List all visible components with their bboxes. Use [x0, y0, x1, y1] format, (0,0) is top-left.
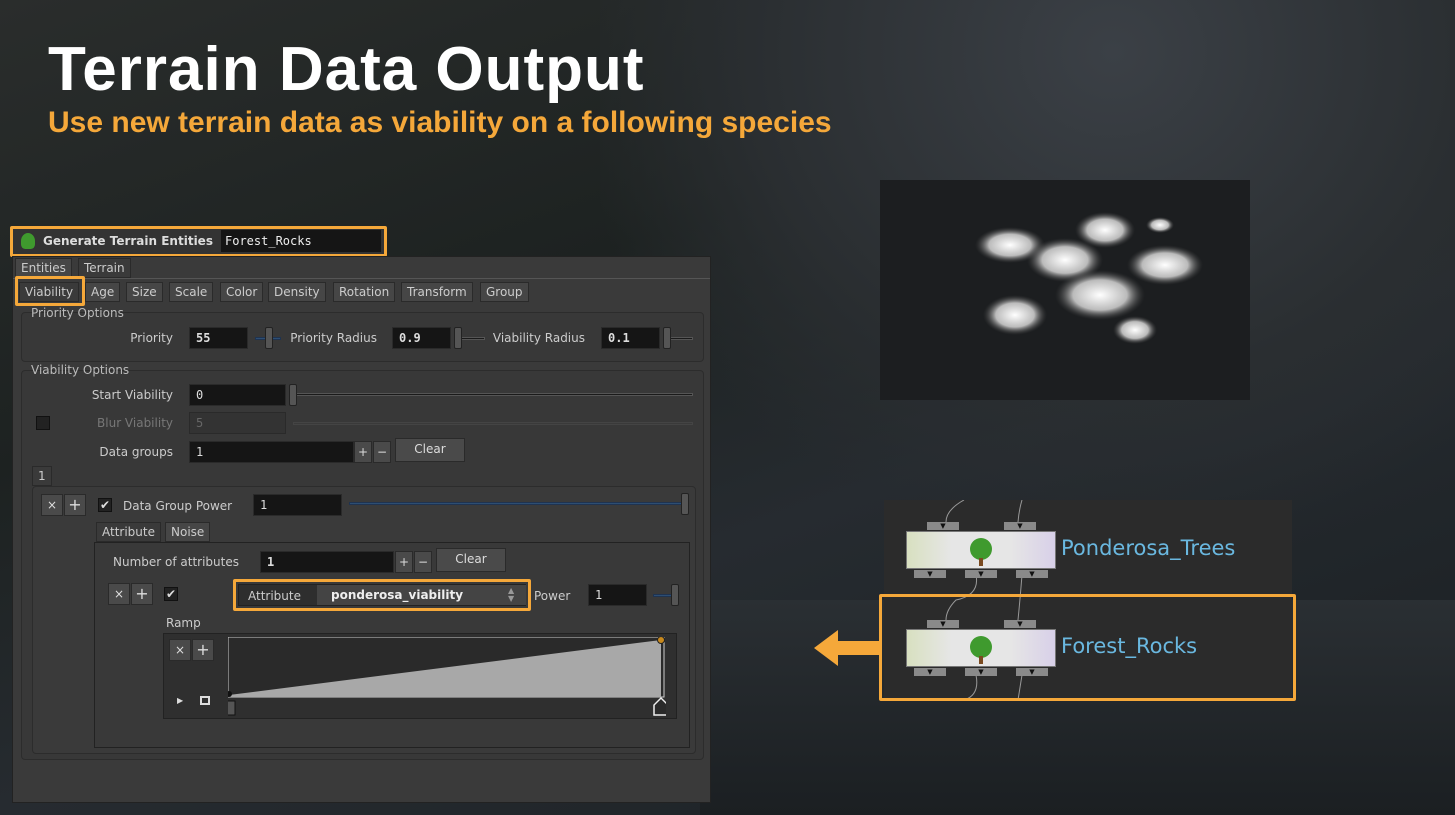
- tab-group[interactable]: Group: [480, 282, 529, 302]
- ramp-remove-point-button[interactable]: ×: [169, 639, 191, 661]
- attributes-add-button[interactable]: +: [395, 551, 413, 573]
- tab-size[interactable]: Size: [126, 282, 163, 302]
- ramp-add-point-button[interactable]: +: [192, 639, 214, 661]
- tab-color[interactable]: Color: [220, 282, 264, 302]
- arrow-left-icon: [814, 630, 880, 666]
- viability-map: [975, 212, 1203, 344]
- data-group-add-button[interactable]: +: [64, 494, 86, 516]
- data-groups-label: Data groups: [99, 445, 173, 459]
- data-groups-remove-button[interactable]: −: [373, 441, 391, 463]
- blur-viability-slider[interactable]: [293, 422, 693, 425]
- ramp-curve[interactable]: [228, 637, 666, 717]
- priority-radius-label: Priority Radius: [290, 331, 377, 345]
- play-icon[interactable]: ▶: [177, 696, 183, 705]
- ramp-point-end: [657, 637, 665, 644]
- tab-transform[interactable]: Transform: [401, 282, 473, 302]
- attribute-power-label: Power: [534, 589, 571, 603]
- slide-subtitle: Use new terrain data as viability on a f…: [48, 106, 832, 139]
- tab-scale[interactable]: Scale: [169, 282, 214, 302]
- data-group-remove-button[interactable]: ×: [41, 494, 63, 516]
- data-group-checkbox[interactable]: ✔: [98, 498, 112, 512]
- ramp-key-handle-start: [228, 700, 236, 716]
- priority-slider-handle[interactable]: [265, 327, 273, 349]
- ramp-label: Ramp: [166, 616, 201, 630]
- tab-age[interactable]: Age: [85, 282, 121, 302]
- attribute-add-button[interactable]: +: [131, 583, 153, 605]
- start-viability-slider[interactable]: [293, 393, 693, 396]
- terrain-viability-preview: [880, 180, 1250, 400]
- attribute-highlight: [233, 579, 531, 611]
- parameter-panel: Entities Terrain Viability Age Size Scal…: [12, 256, 711, 803]
- tab-rotation[interactable]: Rotation: [333, 282, 396, 302]
- data-group-power-field[interactable]: 1: [253, 494, 342, 516]
- tab-noise[interactable]: Noise: [165, 522, 211, 542]
- start-viability-label: Start Viability: [91, 388, 173, 402]
- slide-title: Terrain Data Output: [48, 35, 645, 104]
- attribute-power-handle[interactable]: [671, 584, 679, 606]
- node-name-ponderosa-trees[interactable]: Ponderosa_Trees: [1061, 536, 1235, 560]
- frame-icon[interactable]: [200, 696, 210, 705]
- blur-viability-checkbox[interactable]: [36, 416, 50, 430]
- data-group-power-handle[interactable]: [681, 493, 689, 515]
- viability-tab-highlight: [15, 276, 85, 306]
- priority-radius-handle[interactable]: [454, 327, 462, 349]
- ramp-key-handle-end: [653, 696, 666, 716]
- priority-radius-field[interactable]: 0.9: [392, 327, 451, 349]
- attributes-clear-button[interactable]: Clear: [436, 548, 506, 572]
- viability-options-label: Viability Options: [31, 363, 130, 377]
- blur-viability-label: Blur Viability: [97, 416, 173, 430]
- tab-density[interactable]: Density: [268, 282, 326, 302]
- data-groups-add-button[interactable]: +: [354, 441, 372, 463]
- number-of-attributes-label: Number of attributes: [113, 555, 239, 569]
- attributes-remove-button[interactable]: −: [414, 551, 432, 573]
- start-viability-handle[interactable]: [289, 384, 297, 406]
- tab-attribute[interactable]: Attribute: [96, 522, 161, 542]
- data-group-power-slider[interactable]: [349, 502, 687, 505]
- ramp-editor[interactable]: × + ▶: [163, 633, 677, 719]
- tab-entities[interactable]: Entities: [15, 258, 72, 278]
- node-ponderosa-trees[interactable]: [906, 531, 1056, 569]
- tree-icon: [970, 538, 992, 560]
- priority-options-label: Priority Options: [31, 306, 124, 320]
- attribute-checkbox[interactable]: ✔: [164, 587, 178, 601]
- priority-label: Priority: [130, 331, 173, 345]
- header-highlight: [10, 226, 387, 257]
- data-group-power-label: Data Group Power: [123, 499, 233, 513]
- start-viability-field[interactable]: 0: [189, 384, 286, 406]
- attribute-power-field[interactable]: 1: [588, 584, 647, 606]
- viability-radius-label: Viability Radius: [492, 331, 585, 345]
- number-of-attributes-field[interactable]: 1: [260, 551, 394, 573]
- data-groups-field[interactable]: 1: [189, 441, 354, 463]
- priority-field[interactable]: 55: [189, 327, 248, 349]
- data-groups-clear-button[interactable]: Clear: [395, 438, 465, 462]
- forest-rocks-highlight: [879, 594, 1296, 701]
- tab-terrain[interactable]: Terrain: [78, 258, 131, 278]
- viability-radius-field[interactable]: 0.1: [601, 327, 660, 349]
- blur-viability-field[interactable]: 5: [189, 412, 286, 434]
- viability-radius-handle[interactable]: [663, 327, 671, 349]
- attribute-remove-button[interactable]: ×: [108, 583, 130, 605]
- tab-data-group-1[interactable]: 1: [32, 466, 52, 486]
